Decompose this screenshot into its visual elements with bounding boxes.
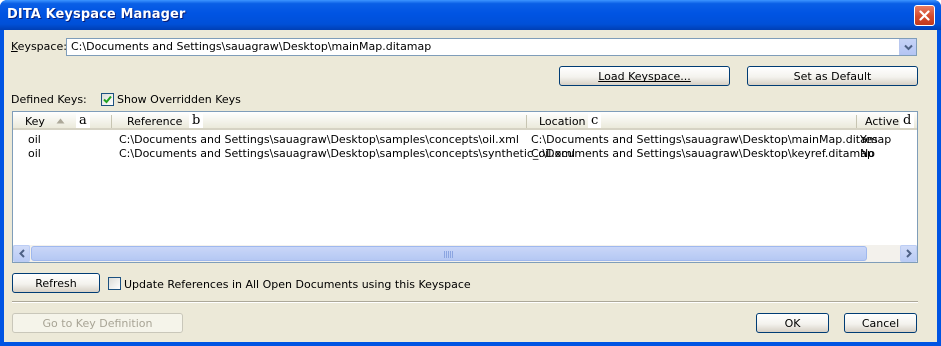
column-header-active[interactable]: Active: [865, 115, 899, 128]
defined-keys-label: Defined Keys:: [11, 93, 87, 106]
sort-ascending-icon: [56, 118, 65, 124]
keyspace-value: C:\Documents and Settings\sauagraw\Deskt…: [71, 40, 432, 53]
arrow-right-icon: [905, 249, 912, 258]
cancel-label: Cancel: [861, 316, 900, 330]
load-keyspace-button[interactable]: Load Keyspace...: [559, 66, 730, 86]
annotation-c: c: [588, 113, 602, 128]
cell-reference: C:\Documents and Settings\sauagraw\Deskt…: [119, 133, 519, 146]
annotation-b: b: [189, 113, 204, 128]
show-overridden-checkbox[interactable]: [101, 93, 114, 106]
keyspace-dropdown-button[interactable]: [899, 39, 916, 55]
title-bar[interactable]: DITA Keyspace Manager: [0, 0, 941, 30]
column-header-key[interactable]: Key: [25, 115, 45, 128]
scroll-right-button[interactable]: [900, 245, 917, 262]
update-references-checkbox[interactable]: [108, 277, 121, 290]
separator-line: [12, 301, 918, 303]
checkmark-icon: [103, 95, 112, 104]
ok-label: OK: [784, 316, 801, 330]
keyspace-combobox[interactable]: C:\Documents and Settings\sauagraw\Deskt…: [66, 38, 917, 56]
column-header-location[interactable]: Location: [539, 115, 586, 128]
table-row[interactable]: oil C:\Documents and Settings\sauagraw\D…: [13, 133, 917, 147]
defined-keys-table[interactable]: Key a Reference b Location c Active d oi…: [12, 111, 918, 263]
cell-active: Yes: [860, 133, 878, 146]
column-separator[interactable]: [526, 115, 527, 128]
annotation-a: a: [76, 113, 90, 128]
column-separator[interactable]: [856, 115, 857, 128]
update-references-label[interactable]: Update References in All Open Documents …: [124, 278, 471, 291]
scroll-grip: [444, 251, 454, 258]
keyspace-label-rest: eyspace:: [17, 40, 67, 53]
set-as-default-button[interactable]: Set as Default: [747, 66, 918, 86]
cancel-button[interactable]: Cancel: [844, 313, 917, 333]
scroll-left-button[interactable]: [13, 245, 30, 262]
go-to-key-definition-button[interactable]: Go to Key Definition: [12, 313, 183, 333]
dialog-window: DITA Keyspace Manager Keyspace: C:\Docum…: [0, 0, 941, 346]
column-header-reference[interactable]: Reference: [127, 115, 182, 128]
column-separator[interactable]: [111, 115, 112, 128]
cell-reference: C:\Documents and Settings\sauagraw\Deskt…: [119, 147, 576, 160]
annotation-d: d: [900, 113, 915, 128]
show-overridden-label[interactable]: Show Overridden Keys: [117, 93, 241, 106]
cell-key: oil: [28, 133, 41, 146]
dialog-body: Keyspace: C:\Documents and Settings\saua…: [4, 30, 937, 342]
ok-button[interactable]: OK: [756, 313, 829, 333]
cell-location: C:\Documents and Settings\sauagraw\Deskt…: [531, 133, 892, 146]
table-row[interactable]: oil C:\Documents and Settings\sauagraw\D…: [13, 147, 917, 161]
set-as-default-label: Set as Default: [793, 69, 872, 83]
horizontal-scrollbar[interactable]: [13, 245, 917, 262]
close-button[interactable]: [914, 5, 935, 26]
chevron-down-icon: [903, 44, 913, 50]
close-icon: [919, 10, 930, 21]
cell-location: C:\Documents and Settings\sauagraw\Deskt…: [531, 147, 874, 160]
keyspace-label: Keyspace:: [11, 40, 67, 53]
cell-key: oil: [28, 147, 41, 160]
table-header: Key a Reference b Location c Active d: [13, 112, 917, 130]
window-title: DITA Keyspace Manager: [7, 7, 186, 22]
go-to-key-definition-label: Go to Key Definition: [42, 316, 153, 330]
refresh-button[interactable]: Refresh: [12, 273, 100, 293]
cell-active: No: [860, 147, 875, 160]
load-keyspace-label: Load Keyspace...: [598, 69, 691, 83]
arrow-left-icon: [18, 249, 25, 258]
refresh-label: Refresh: [35, 276, 77, 290]
scroll-thumb[interactable]: [31, 246, 867, 261]
